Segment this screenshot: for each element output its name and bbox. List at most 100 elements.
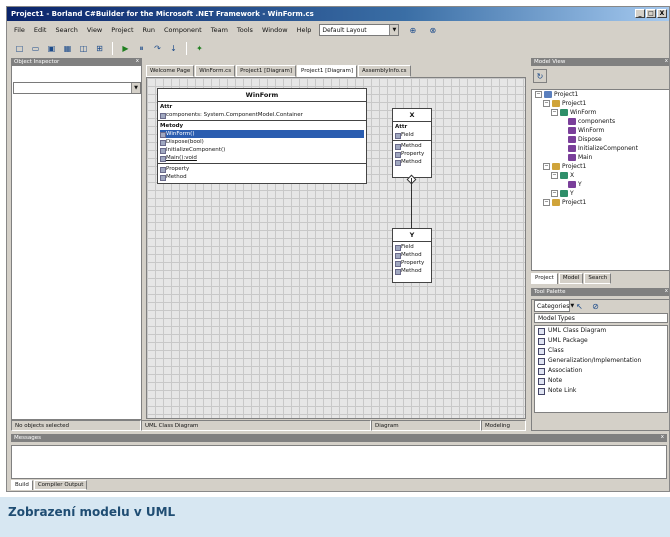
tab-welcome-page[interactable]: Welcome Page: [146, 65, 195, 77]
run-icon[interactable]: ▶: [119, 42, 132, 55]
category-combo[interactable]: Categories ▼: [534, 300, 575, 312]
set-layout-icon[interactable]: ⊗: [426, 24, 439, 37]
tree-node[interactable]: − Y: [532, 189, 669, 198]
tab-diagram-1[interactable]: Project1 [Diagram]: [236, 65, 297, 77]
operation-row[interactable]: Dispose(bool): [160, 138, 364, 146]
expand-icon[interactable]: −: [551, 190, 558, 197]
tree-node[interactable]: InitializeComponent: [532, 144, 669, 153]
member-row[interactable]: Property: [395, 259, 429, 267]
attributes-section: Attr components: System.ComponentModel.C…: [158, 102, 366, 121]
pause-icon[interactable]: ⏸: [135, 42, 148, 55]
uml-class-winform[interactable]: WinForm Attr components: System.Componen…: [157, 88, 367, 184]
tab-compiler-output[interactable]: Compiler Output: [33, 480, 88, 490]
new-icon[interactable]: □: [13, 42, 26, 55]
tool-item[interactable]: UML Class Diagram: [535, 326, 667, 336]
operation-row[interactable]: InitializeComponent(): [160, 146, 364, 154]
member-row[interactable]: Method: [395, 251, 429, 259]
menu-tools[interactable]: Tools: [236, 25, 254, 35]
tree-node[interactable]: − Project1: [532, 162, 669, 171]
chevron-down-icon[interactable]: ▼: [389, 25, 399, 35]
tab-search[interactable]: Search: [584, 273, 612, 284]
trace-into-icon[interactable]: ↓: [167, 42, 180, 55]
menu-view[interactable]: View: [86, 25, 103, 35]
menu-project[interactable]: Project: [110, 25, 134, 35]
menu-window[interactable]: Window: [261, 25, 289, 35]
uml-class-y[interactable]: Y Field Method Property Method: [392, 228, 432, 283]
close-icon[interactable]: x: [665, 288, 668, 294]
tab-model[interactable]: Model: [558, 273, 584, 284]
operation-row[interactable]: Main():void: [160, 154, 364, 162]
property-row[interactable]: Property: [160, 165, 364, 173]
tree-node[interactable]: Main: [532, 153, 669, 162]
operation-row-selected[interactable]: WinForm(): [160, 130, 364, 138]
toolbar-separator: [186, 41, 187, 55]
tab-winform[interactable]: WinForm.cs: [195, 65, 236, 77]
menu-search[interactable]: Search: [54, 25, 78, 35]
menu-file[interactable]: File: [13, 25, 26, 35]
member-row[interactable]: Method: [395, 267, 429, 275]
expand-icon[interactable]: −: [535, 91, 542, 98]
layout-combo[interactable]: Default Layout ▼: [319, 24, 400, 36]
save-all-icon[interactable]: ▦: [61, 42, 74, 55]
tool-filter[interactable]: Model Types: [534, 313, 668, 323]
uml-diagram-canvas[interactable]: WinForm Attr components: System.Componen…: [146, 77, 526, 419]
tree-node[interactable]: − Project1: [532, 99, 669, 108]
tree-node[interactable]: − WinForm: [532, 108, 669, 117]
association-line[interactable]: [411, 178, 412, 228]
tab-assemblyinfo[interactable]: AssemblyInfo.cs: [358, 65, 411, 77]
tab-build[interactable]: Build: [11, 480, 33, 490]
save-layout-icon[interactable]: ⊕: [406, 24, 419, 37]
refresh-icon[interactable]: ↻: [533, 69, 547, 83]
close-icon[interactable]: x: [665, 58, 668, 64]
menu-help[interactable]: Help: [296, 25, 313, 35]
member-row[interactable]: Field: [395, 243, 429, 251]
open-icon[interactable]: ▭: [29, 42, 42, 55]
tool-item[interactable]: Association: [535, 366, 667, 376]
tree-node[interactable]: WinForm: [532, 126, 669, 135]
object-selector[interactable]: ▼: [13, 82, 141, 94]
operation-row[interactable]: Method: [395, 158, 429, 166]
expand-icon[interactable]: −: [543, 163, 550, 170]
pointer-icon[interactable]: ↖: [573, 300, 586, 313]
tool-item[interactable]: UML Package: [535, 336, 667, 346]
tool-item[interactable]: Class: [535, 346, 667, 356]
tool-item[interactable]: Generalization/Implementation: [535, 356, 667, 366]
expand-icon[interactable]: −: [551, 172, 558, 179]
uml-class-x[interactable]: X Attr Field Method Property Method: [392, 108, 432, 178]
menu-run[interactable]: Run: [142, 25, 156, 35]
tool-item[interactable]: Note Link: [535, 386, 667, 396]
attribute-row[interactable]: components: System.ComponentModel.Contai…: [160, 111, 364, 119]
help-icon[interactable]: ✦: [193, 42, 206, 55]
tree-node[interactable]: Dispose: [532, 135, 669, 144]
operation-row[interactable]: Property: [395, 150, 429, 158]
expand-icon[interactable]: −: [543, 100, 550, 107]
chevron-down-icon[interactable]: ▼: [131, 83, 140, 93]
window-title: Project1 - Borland C#Builder for the Mic…: [11, 10, 314, 18]
tab-diagram-2[interactable]: Project1 [Diagram]: [297, 65, 358, 77]
close-icon[interactable]: x: [661, 434, 664, 440]
menu-edit[interactable]: Edit: [33, 25, 48, 35]
menu-team[interactable]: Team: [210, 25, 229, 35]
tree-node[interactable]: − X: [532, 171, 669, 180]
tree-node[interactable]: Y: [532, 180, 669, 189]
save-icon[interactable]: ▣: [45, 42, 58, 55]
attribute-row[interactable]: Field: [395, 131, 429, 139]
add-file-icon[interactable]: ⊞: [93, 42, 106, 55]
tab-project[interactable]: Project: [531, 273, 558, 284]
close-button[interactable]: X: [657, 9, 667, 18]
property-row[interactable]: Method: [160, 173, 364, 181]
expand-icon[interactable]: −: [543, 199, 550, 206]
maximize-button[interactable]: □: [646, 9, 656, 18]
expand-icon[interactable]: −: [551, 109, 558, 116]
tool-item[interactable]: Note: [535, 376, 667, 386]
tree-node[interactable]: components: [532, 117, 669, 126]
tree-node[interactable]: − Project1: [532, 198, 669, 207]
minimize-button[interactable]: _: [635, 9, 645, 18]
menu-component[interactable]: Component: [163, 25, 203, 35]
open-project-icon[interactable]: ◫: [77, 42, 90, 55]
filter-icon[interactable]: ⊘: [589, 300, 602, 313]
tree-node[interactable]: − Project1: [532, 90, 669, 99]
close-icon[interactable]: x: [136, 58, 139, 64]
step-over-icon[interactable]: ↷: [151, 42, 164, 55]
operation-row[interactable]: Method: [395, 142, 429, 150]
